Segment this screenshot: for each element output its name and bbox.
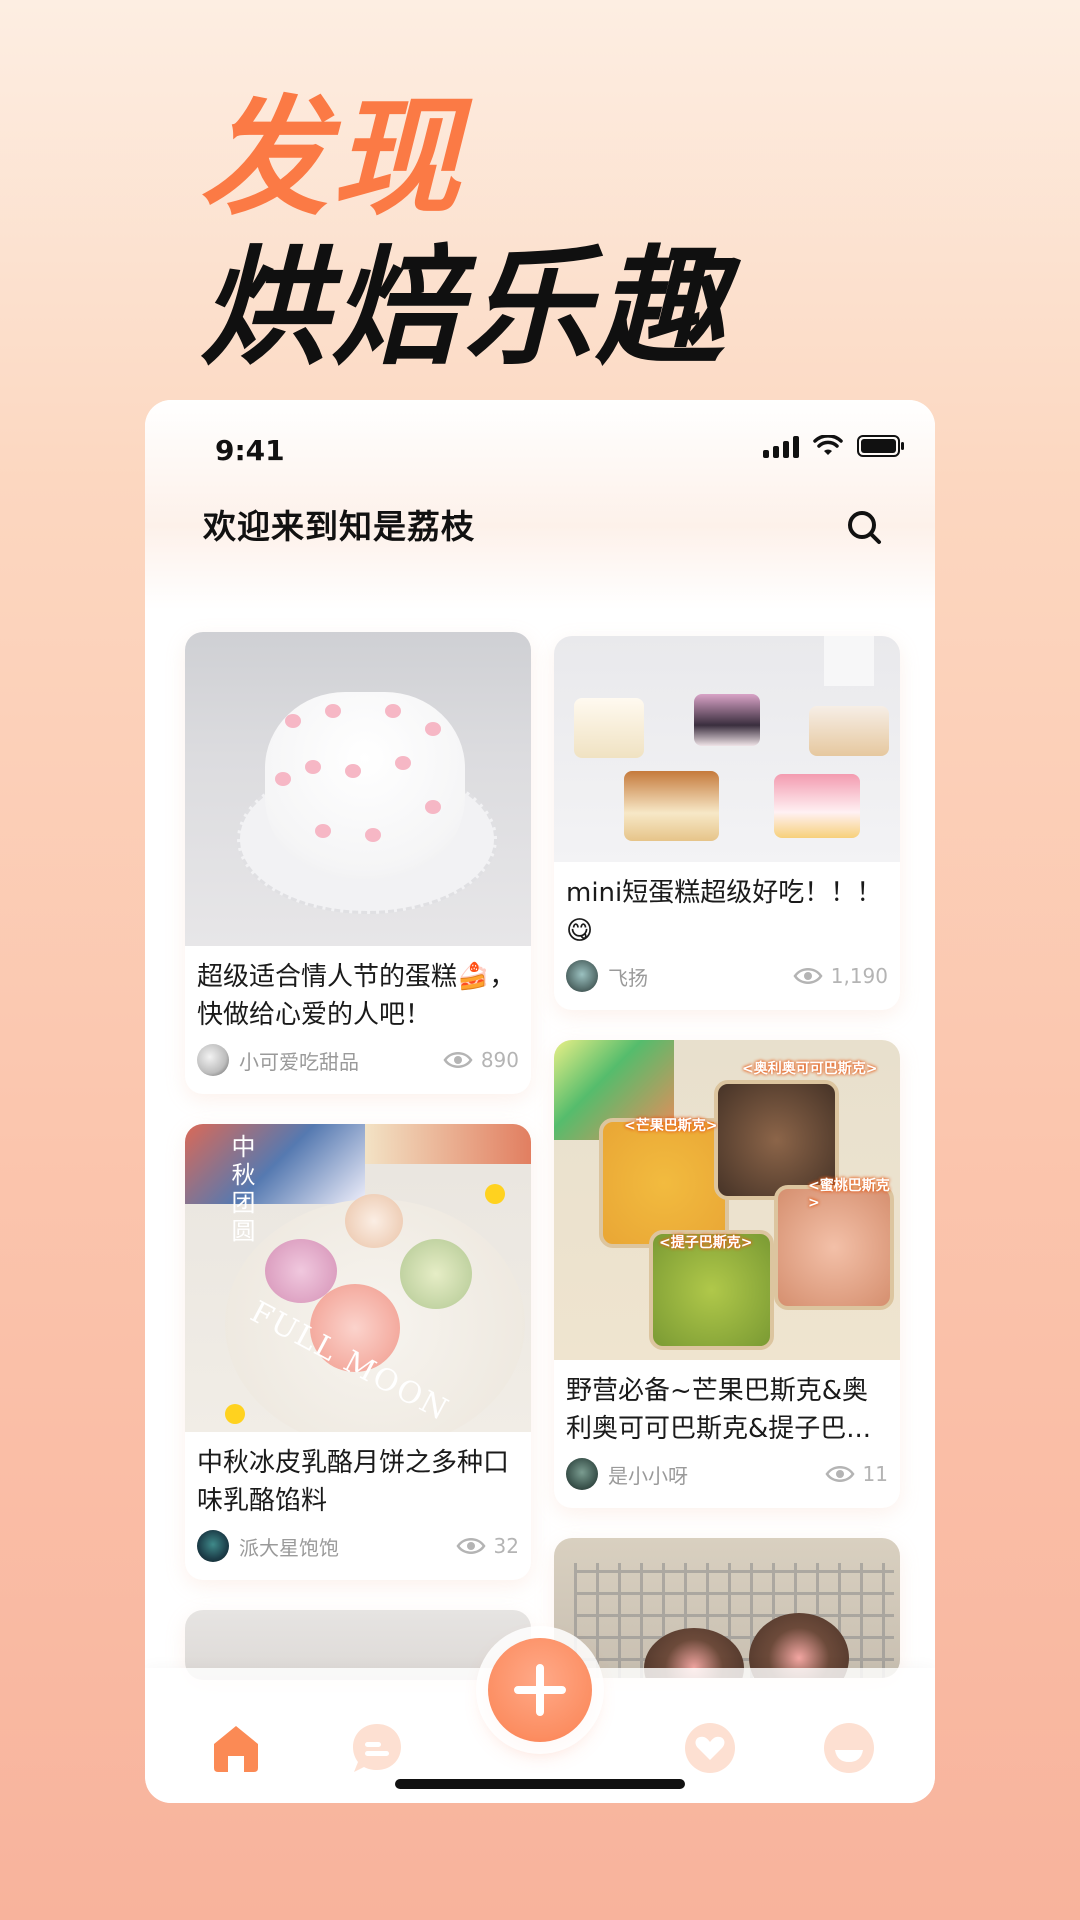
post-image: <奥利奥可可巴斯克> <芒果巴斯克> <蜜桃巴斯克> <提子巴斯克> [554, 1040, 900, 1360]
status-icons [763, 434, 905, 458]
view-count-value: 32 [493, 1534, 519, 1558]
tab-home[interactable] [208, 1720, 264, 1776]
avatar [566, 960, 598, 992]
battery-icon [857, 434, 905, 458]
feed-column-right: mini短蛋糕超级好吃！！！😋 飞扬 1,190 <奥利奥可可巴斯克> <芒果巴… [554, 636, 900, 1708]
author-name: 派大星饱饱 [239, 1535, 339, 1560]
tab-messages[interactable] [349, 1720, 405, 1776]
phone-screen: 9:41 欢迎来到知是荔枝 超级适合情人节的蛋糕🍰，快做给心爱的人吧！ 小可爱吃… [145, 400, 935, 1803]
status-time: 9:41 [215, 434, 285, 467]
post-meta: 飞扬 1,190 [554, 950, 900, 1010]
profile-icon [824, 1723, 874, 1773]
post-image [185, 632, 531, 946]
image-tag: <蜜桃巴斯克> [808, 1178, 890, 1211]
add-post-button[interactable] [488, 1638, 592, 1742]
post-card[interactable]: mini短蛋糕超级好吃！！！😋 飞扬 1,190 [554, 636, 900, 1010]
post-author[interactable]: 派大星饱饱 [197, 1530, 339, 1562]
page-title: 欢迎来到知是荔枝 [203, 507, 475, 546]
post-title: 超级适合情人节的蛋糕🍰，快做给心爱的人吧！ [197, 962, 516, 1030]
view-count-value: 890 [480, 1048, 519, 1072]
tab-bar [145, 1638, 935, 1803]
home-indicator[interactable] [395, 1779, 685, 1789]
view-count: 890 [443, 1048, 519, 1072]
view-count-value: 1,190 [830, 964, 888, 988]
heart-icon [685, 1723, 735, 1773]
hero-title-discover: 发现 [200, 84, 465, 233]
post-image: 中秋团圆 FULL MOON [185, 1124, 531, 1432]
tab-favorites[interactable] [682, 1720, 738, 1776]
view-count-value: 11 [862, 1462, 888, 1486]
tab-profile[interactable] [821, 1720, 877, 1776]
wifi-icon [813, 435, 843, 457]
post-card[interactable]: 中秋团圆 FULL MOON 中秋冰皮乳酪月饼之多种口味乳酪馅料 派大星饱饱 3… [185, 1124, 531, 1580]
view-count: 32 [456, 1534, 519, 1558]
post-card[interactable]: <奥利奥可可巴斯克> <芒果巴斯克> <蜜桃巴斯克> <提子巴斯克> 野营必备~… [554, 1040, 900, 1508]
post-author[interactable]: 飞扬 [566, 960, 648, 992]
post-card[interactable] [554, 1538, 900, 1678]
avatar [197, 1530, 229, 1562]
author-name: 小可爱吃甜品 [239, 1049, 359, 1074]
avatar [566, 1458, 598, 1490]
hero-title-baking-fun: 烘焙乐趣 [200, 234, 729, 383]
eye-icon [825, 1466, 855, 1482]
post-title: 中秋冰皮乳酪月饼之多种口味乳酪馅料 [197, 1448, 510, 1516]
post-meta: 小可爱吃甜品 890 [185, 1034, 531, 1094]
author-name: 是小小呀 [608, 1463, 688, 1488]
view-count: 1,190 [793, 964, 888, 988]
home-icon [214, 1726, 258, 1772]
eye-icon [443, 1052, 473, 1068]
view-count: 11 [825, 1462, 888, 1486]
message-icon [353, 1724, 401, 1772]
search-icon[interactable] [845, 508, 885, 548]
post-meta: 派大星饱饱 32 [185, 1520, 531, 1580]
post-image [554, 1538, 900, 1678]
post-author[interactable]: 小可爱吃甜品 [197, 1044, 359, 1076]
status-bar: 9:41 [145, 400, 935, 505]
post-title: mini短蛋糕超级好吃！！！😋 [566, 878, 883, 946]
post-card[interactable]: 超级适合情人节的蛋糕🍰，快做给心爱的人吧！ 小可爱吃甜品 890 [185, 632, 531, 1094]
post-meta: 是小小呀 11 [554, 1448, 900, 1508]
image-tag: <奥利奥可可巴斯克> [742, 1061, 878, 1077]
post-author[interactable]: 是小小呀 [566, 1458, 688, 1490]
post-title: 野营必备~芒果巴斯克&奥利奥可可巴斯克&提子巴... [566, 1376, 872, 1444]
plus-icon [514, 1664, 566, 1716]
feed-column-left: 超级适合情人节的蛋糕🍰，快做给心爱的人吧！ 小可爱吃甜品 890 中秋团圆 FU… [185, 632, 531, 1710]
image-tag: <芒果巴斯克> [624, 1118, 718, 1134]
image-tag: <提子巴斯克> [659, 1235, 753, 1251]
author-name: 飞扬 [608, 965, 648, 990]
eye-icon [456, 1538, 486, 1554]
signal-icon [763, 434, 799, 458]
image-text-vertical: 中秋团圆 [227, 1134, 255, 1246]
post-image [554, 636, 900, 862]
eye-icon [793, 968, 823, 984]
avatar [197, 1044, 229, 1076]
